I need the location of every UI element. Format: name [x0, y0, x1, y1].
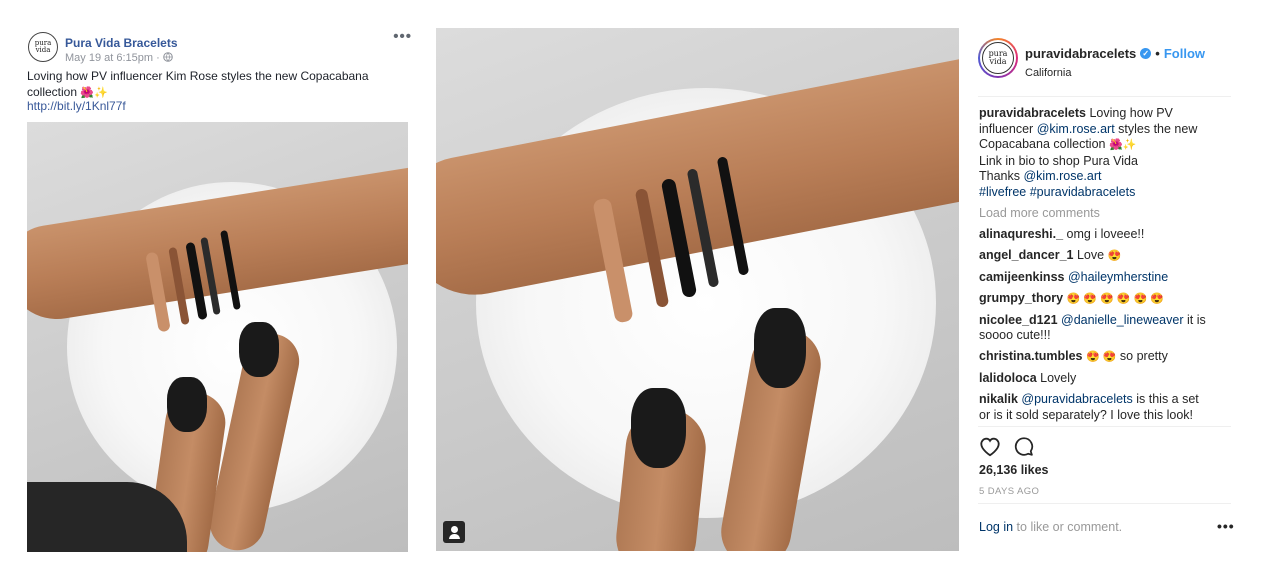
location-link[interactable]: California — [1025, 67, 1071, 79]
caption-mention-link[interactable]: @kim.rose.art — [1037, 122, 1115, 136]
instagram-sidebar: pura vida puravidabracelets ✓ • Follow C… — [960, 28, 1250, 551]
comment-icon[interactable] — [1013, 436, 1035, 462]
photo-sandal-left — [631, 388, 686, 468]
photo-sandal-right — [239, 322, 279, 377]
post-photo[interactable] — [27, 122, 408, 552]
avatar-text-line2: vida — [989, 57, 1007, 66]
post-text-line1: Loving how PV influencer Kim Rose styles… — [27, 69, 369, 83]
facebook-post: pura vida Pura Vida Bracelets May 19 at … — [22, 26, 412, 556]
globe-icon — [162, 52, 173, 64]
login-link[interactable]: Log in — [979, 520, 1013, 534]
post-timestamp[interactable]: May 19 at 6:15pm — [65, 52, 153, 64]
comment-text: so pretty — [1119, 349, 1168, 363]
caption-line5-pre: Thanks — [979, 169, 1020, 183]
comment-username-link[interactable]: nicolee_d121 — [979, 313, 1058, 327]
footer-divider — [978, 503, 1231, 504]
comment-text: it is — [1186, 312, 1206, 327]
verified-badge-icon: ✓ — [1140, 48, 1152, 59]
likes-count[interactable]: 26,136 likes — [979, 463, 1049, 477]
page-avatar[interactable]: pura vida — [28, 32, 58, 62]
more-options-button[interactable]: ••• — [1217, 518, 1235, 534]
caption-line2-post: styles the new — [1118, 121, 1198, 136]
facebook-post-header: pura vida Pura Vida Bracelets May 19 at … — [28, 28, 412, 66]
comment-username-link[interactable]: grumpy_thory — [979, 291, 1063, 305]
caption-line4: Link in bio to shop Pura Vida — [979, 153, 1138, 168]
comment-row: nicolee_d121 @danielle_lineweaver it is … — [979, 313, 1231, 344]
account-username-link[interactable]: puravidabracelets — [1025, 46, 1136, 61]
user-tag-icon[interactable] — [443, 521, 465, 543]
caption-line3: Copacabana collection — [979, 137, 1106, 151]
instagram-post-header: pura vida puravidabracelets ✓ • Follow C… — [978, 38, 1230, 102]
comment-mention-link[interactable]: @puravidabracelets — [1021, 392, 1132, 406]
post-text-line2: collection — [27, 84, 78, 99]
header-divider — [978, 96, 1231, 97]
comment-emojis: 😍 😍 — [1085, 351, 1117, 363]
post-text: Loving how PV influencer Kim Rose styles… — [27, 69, 407, 101]
header-dot-separator: • — [1155, 46, 1160, 61]
load-more-comments-button[interactable]: Load more comments — [979, 206, 1231, 222]
comment-username-link[interactable]: alinaqureshi._ — [979, 227, 1063, 241]
comment-username-link[interactable]: christina.tumbles — [979, 349, 1083, 363]
caption-line1: Loving how PV — [1089, 106, 1173, 120]
photo-sandal-right — [754, 308, 806, 388]
account-avatar-inner: pura vida — [980, 40, 1016, 76]
post-link[interactable]: http://bit.ly/1Knl77f — [27, 99, 126, 113]
post-caption: puravidabracelets Loving how PV influenc… — [979, 106, 1231, 200]
comment-row: camijeenkinss @haileymherstine — [979, 270, 1231, 286]
comment-row: christina.tumbles 😍 😍 so pretty — [979, 349, 1231, 366]
comment-text-continued: soooo cute!!! — [979, 328, 1051, 342]
caption-username-link[interactable]: puravidabracelets — [979, 106, 1086, 120]
comment-text: Lovely — [1040, 371, 1077, 385]
comment-text: Love — [1076, 247, 1105, 262]
comment-text: is this a set — [1136, 392, 1199, 406]
caption-thanks-mention-link[interactable]: @kim.rose.art — [1023, 169, 1101, 183]
comment-username-link[interactable]: nikalik — [979, 392, 1018, 406]
instagram-photo[interactable] — [436, 28, 959, 551]
comment-mention-link[interactable]: @haileymherstine — [1068, 270, 1168, 284]
user-tag-icon-head — [450, 526, 458, 533]
comment-row: grumpy_thory 😍 😍 😍 😍 😍 😍 — [979, 291, 1231, 308]
comment-username-link[interactable]: camijeenkinss — [979, 270, 1064, 284]
comments-section: puravidabracelets Loving how PV influenc… — [979, 106, 1231, 429]
page-name-link[interactable]: Pura Vida Bracelets — [65, 36, 178, 50]
comment-username-link[interactable]: lalidoloca — [979, 371, 1037, 385]
caption-hashtags-link[interactable]: #livefree #puravidabracelets — [979, 185, 1231, 201]
photo-sandal-left — [167, 377, 207, 432]
actions-divider — [978, 426, 1231, 427]
comment-row: alinaqureshi._ omg i loveee!! — [979, 227, 1231, 243]
heart-icon[interactable] — [979, 436, 1001, 462]
account-avatar[interactable]: pura vida — [978, 38, 1018, 78]
comment-emojis: 😍 😍 😍 😍 😍 😍 — [1066, 292, 1164, 305]
user-tag-icon-body — [448, 534, 460, 539]
account-name-row: puravidabracelets ✓ • Follow — [1025, 46, 1205, 61]
post-options-button[interactable]: ••• — [393, 28, 412, 45]
comment-text: omg i loveee!! — [1066, 226, 1145, 241]
comment-row: angel_dancer_1 Love 😍 — [979, 248, 1231, 265]
comment-row: nikalik @puravidabracelets is this a set… — [979, 392, 1231, 423]
follow-button[interactable]: Follow — [1164, 46, 1205, 61]
comment-emojis: 😍 — [1107, 249, 1122, 262]
comment-text-continued: or is it sold separately? I love this lo… — [979, 407, 1193, 422]
avatar-text-line2: vida — [35, 46, 51, 54]
post-text-emojis: 🌺✨ — [80, 86, 108, 99]
comment-username-link[interactable]: angel_dancer_1 — [979, 248, 1074, 262]
caption-emojis: 🌺✨ — [1108, 139, 1137, 151]
caption-line2-pre: influencer — [979, 121, 1034, 136]
post-date: 5 DAYS AGO — [979, 486, 1040, 497]
login-prompt: Log in to like or comment. — [979, 520, 1122, 534]
login-prompt-text: to like or comment. — [1016, 520, 1123, 534]
post-meta: May 19 at 6:15pm · — [65, 52, 173, 64]
comment-mention-link[interactable]: @danielle_lineweaver — [1061, 313, 1184, 327]
post-actions — [979, 436, 1231, 460]
meta-separator: · — [156, 52, 160, 64]
comment-row: lalidoloca Lovely — [979, 371, 1231, 387]
